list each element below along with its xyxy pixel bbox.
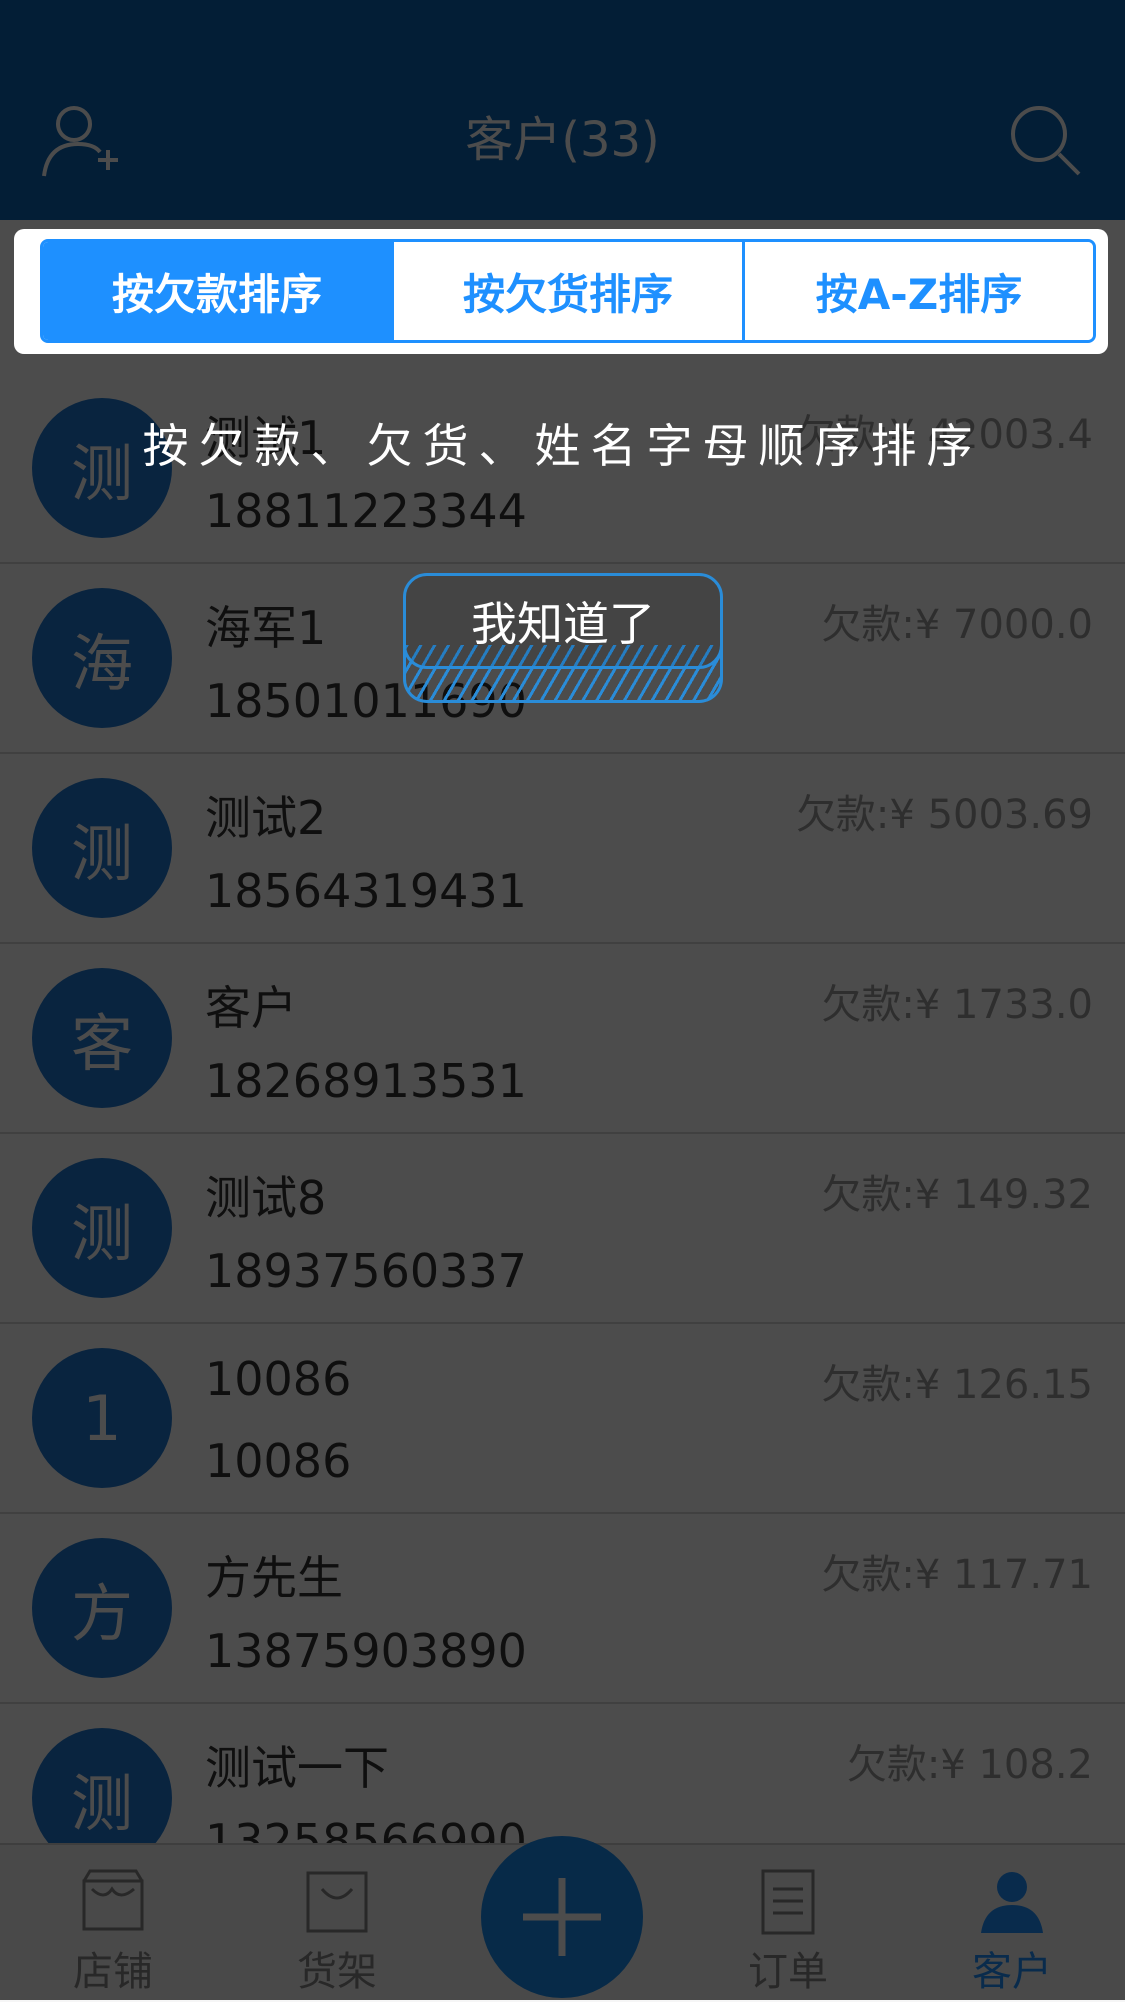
add-button[interactable] bbox=[481, 1836, 643, 1998]
customer-phone: 10086 bbox=[205, 1434, 352, 1488]
customer-phone: 18937560337 bbox=[205, 1244, 527, 1298]
tab-label: 货架 bbox=[297, 1949, 377, 1995]
order-icon bbox=[761, 1869, 815, 1935]
avatar: 1 bbox=[32, 1348, 172, 1488]
customer-name: 测试8 bbox=[205, 1171, 327, 1225]
customer-row[interactable]: 1 10086 10086 欠款:¥ 126.15 bbox=[0, 1324, 1125, 1514]
customer-phone: 18811223344 bbox=[205, 484, 527, 538]
customer-phone: 18268913531 bbox=[205, 1054, 527, 1108]
customer-debt: 欠款:¥ 126.15 bbox=[821, 1362, 1093, 1408]
customer-icon bbox=[981, 1872, 1043, 1933]
avatar: 海 bbox=[32, 588, 172, 728]
customer-name: 10086 bbox=[205, 1352, 352, 1406]
tab-shop[interactable]: 店铺 bbox=[28, 1845, 198, 2002]
customer-phone: 18564319431 bbox=[205, 864, 527, 918]
page-title: 客户(33) bbox=[465, 112, 660, 168]
search-button[interactable] bbox=[1005, 100, 1085, 180]
search-icon bbox=[1011, 106, 1081, 176]
customer-name: 方先生 bbox=[205, 1551, 343, 1605]
avatar: 方 bbox=[32, 1538, 172, 1678]
tab-label: 客户 bbox=[972, 1949, 1052, 1995]
customer-debt: 欠款:¥ 1733.0 bbox=[821, 982, 1093, 1028]
customer-debt: 欠款:¥ 149.32 bbox=[821, 1172, 1093, 1218]
shop-icon bbox=[82, 1869, 144, 1931]
customer-name: 测试一下 bbox=[205, 1741, 389, 1795]
customer-row[interactable]: 客 客户 18268913531 欠款:¥ 1733.0 bbox=[0, 944, 1125, 1134]
sort-by-debt-button[interactable]: 按欠款排序 bbox=[43, 242, 391, 340]
app-header: 客户(33) bbox=[0, 0, 1125, 220]
tab-orders[interactable]: 订单 bbox=[703, 1845, 873, 2002]
shelf-icon bbox=[306, 1871, 368, 1933]
tab-customers[interactable]: 客户 bbox=[927, 1845, 1097, 2002]
customer-debt: 欠款:¥ 7000.0 bbox=[821, 602, 1093, 648]
customer-row[interactable]: 方 方先生 13875903890 欠款:¥ 117.71 bbox=[0, 1514, 1125, 1704]
customer-row[interactable]: 测 测试2 18564319431 欠款:¥ 5003.69 bbox=[0, 754, 1125, 944]
customer-row[interactable]: 测 测试8 18937560337 欠款:¥ 149.32 bbox=[0, 1134, 1125, 1324]
customer-name: 客户 bbox=[205, 981, 297, 1035]
customer-debt: 欠款:¥ 5003.69 bbox=[795, 792, 1093, 838]
sort-bar: 按欠款排序 按欠货排序 按A-Z排序 bbox=[14, 229, 1108, 354]
sort-by-owed-goods-button[interactable]: 按欠货排序 bbox=[391, 242, 742, 340]
got-it-button[interactable]: 我知道了 bbox=[403, 573, 723, 669]
avatar: 客 bbox=[32, 968, 172, 1108]
customer-phone: 13875903890 bbox=[205, 1624, 527, 1678]
tab-label: 店铺 bbox=[73, 1949, 153, 1995]
sort-by-alphabet-button[interactable]: 按A-Z排序 bbox=[742, 242, 1093, 340]
customer-debt: 欠款:¥ 108.2 bbox=[846, 1742, 1093, 1788]
guide-text: 按欠款、欠货、姓名字母顺序排序 bbox=[142, 419, 983, 473]
customer-name: 测试2 bbox=[205, 791, 327, 845]
tab-label: 订单 bbox=[748, 1949, 828, 1995]
tab-shelf[interactable]: 货架 bbox=[252, 1845, 422, 2002]
sort-segmented-control: 按欠款排序 按欠货排序 按A-Z排序 bbox=[40, 239, 1096, 343]
avatar: 测 bbox=[32, 1158, 172, 1298]
customer-name: 海军1 bbox=[205, 601, 327, 655]
customer-debt: 欠款:¥ 117.71 bbox=[821, 1552, 1093, 1598]
avatar: 测 bbox=[32, 778, 172, 918]
plus-icon bbox=[523, 1878, 601, 1956]
